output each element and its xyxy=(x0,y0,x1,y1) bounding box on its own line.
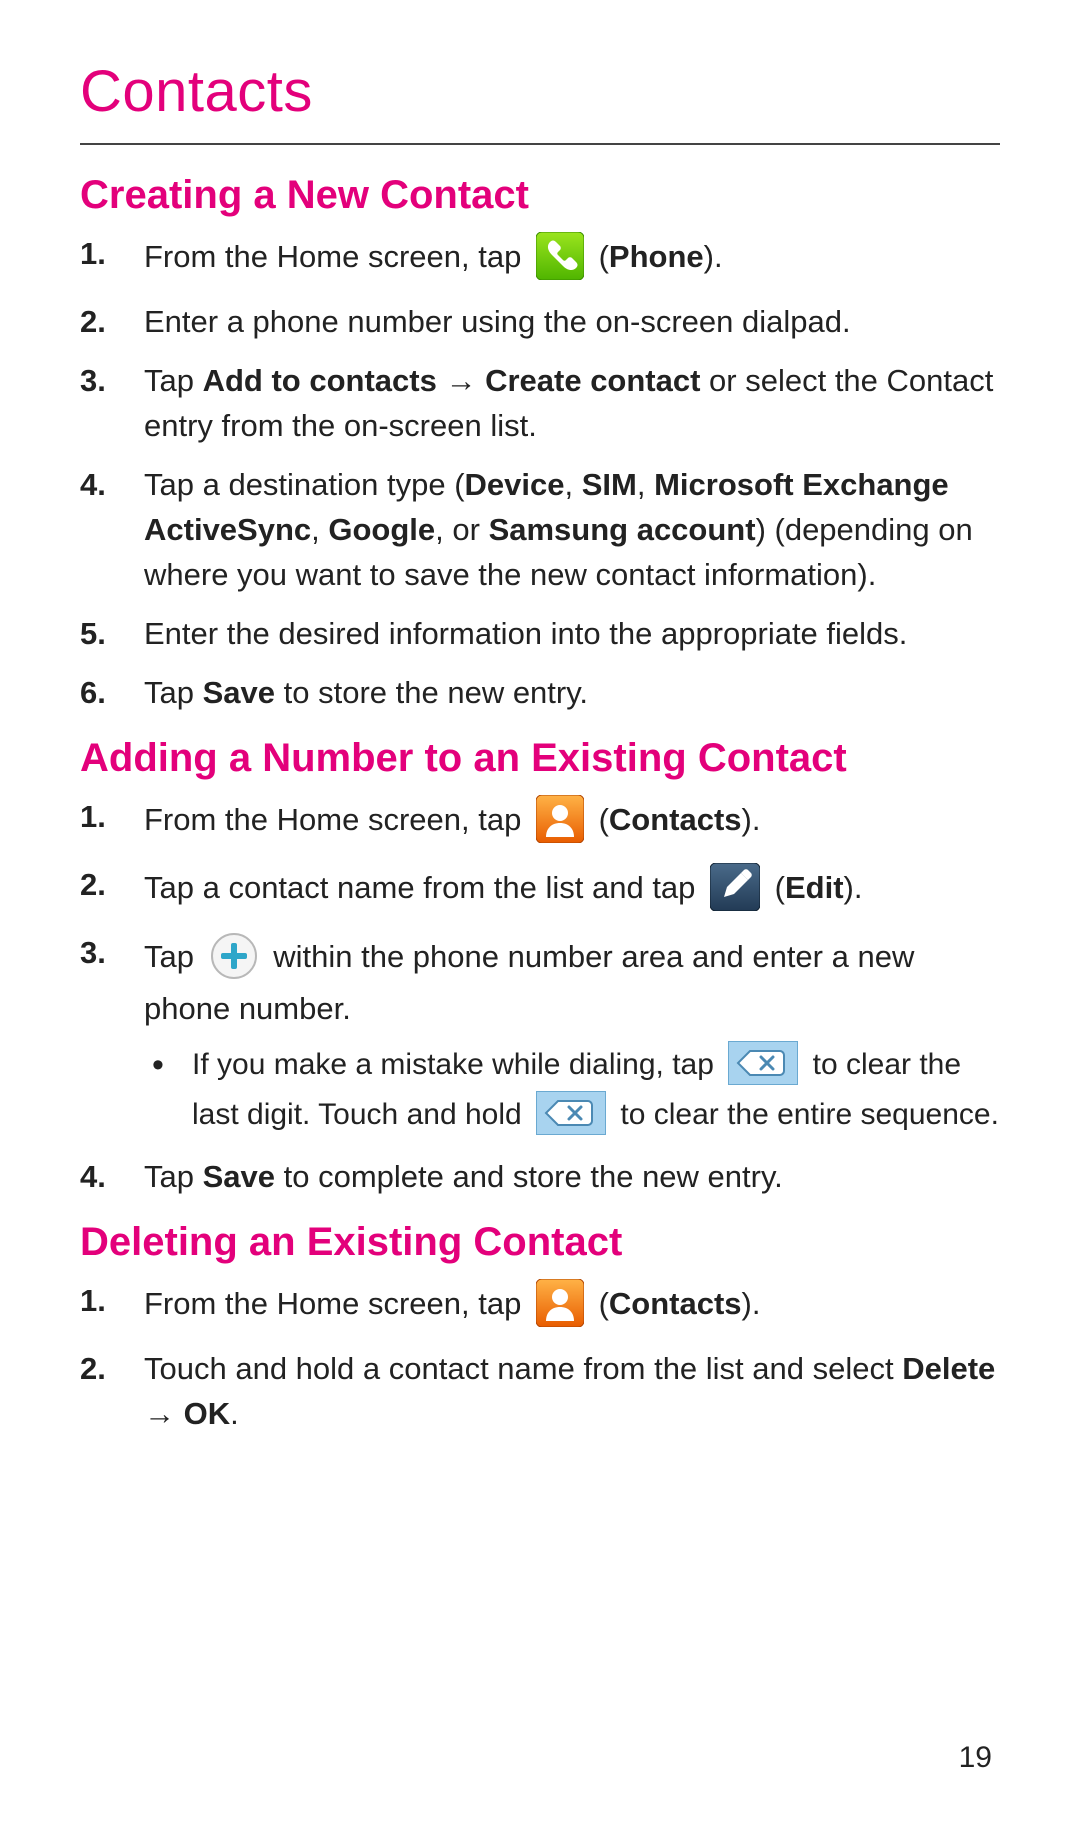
backspace-icon xyxy=(728,1041,798,1085)
bold-text: Google xyxy=(328,512,435,547)
step: Tap Save to complete and store the new e… xyxy=(80,1155,1000,1200)
bullet-text: to clear the entire sequence. xyxy=(620,1098,999,1131)
step-text: . xyxy=(230,1396,239,1431)
step: Tap within the phone number area and ent… xyxy=(80,931,1000,1142)
step-text: Touch and hold a contact name from the l… xyxy=(144,1351,902,1386)
step-text: , xyxy=(637,467,654,502)
phone-icon xyxy=(536,232,584,280)
step-text: within the phone number area and enter a… xyxy=(144,939,914,1026)
bold-text: Save xyxy=(203,1159,275,1194)
icon-label: Edit xyxy=(785,870,844,905)
step-text: Tap xyxy=(144,939,203,974)
bullet-text: If you make a mistake while dialing, tap xyxy=(192,1048,722,1081)
icon-label: Phone xyxy=(609,239,704,274)
bold-text: Create contact xyxy=(485,363,700,398)
step-text: Tap xyxy=(144,1159,203,1194)
step-text: ( xyxy=(599,1287,609,1322)
bold-text: Device xyxy=(465,467,565,502)
step-text: Tap a destination type ( xyxy=(144,467,465,502)
step-text: From the Home screen, tap xyxy=(144,802,530,837)
step-text: , xyxy=(565,467,582,502)
step-text: to complete and store the new entry. xyxy=(275,1159,783,1194)
step: From the Home screen, tap (Contacts). xyxy=(80,1279,1000,1333)
step-text: ). xyxy=(704,239,723,274)
step-text: Tap xyxy=(144,363,203,398)
page-title: Contacts xyxy=(80,58,1000,125)
steps-creating: From the Home screen, tap (Phone). Enter… xyxy=(80,232,1000,716)
bullet: If you make a mistake while dialing, tap… xyxy=(144,1041,1000,1141)
step-text: ( xyxy=(599,239,609,274)
arrow-icon: → xyxy=(437,363,485,398)
step-text: , xyxy=(311,512,328,547)
step: Tap Save to store the new entry. xyxy=(80,671,1000,716)
step: Touch and hold a contact name from the l… xyxy=(80,1347,1000,1437)
step: Enter a phone number using the on-screen… xyxy=(80,300,1000,345)
bold-text: Samsung account xyxy=(489,512,756,547)
section-heading-adding: Adding a Number to an Existing Contact xyxy=(80,736,1000,781)
backspace-icon xyxy=(536,1091,606,1135)
step-text: Enter a phone number using the on-screen… xyxy=(144,304,851,339)
contacts-icon xyxy=(536,795,584,843)
arrow-icon: → xyxy=(144,1396,184,1431)
page-number: 19 xyxy=(959,1741,992,1775)
section-heading-creating: Creating a New Contact xyxy=(80,173,1000,218)
bold-text: Add to contacts xyxy=(203,363,437,398)
step-text: ( xyxy=(599,802,609,837)
step: Enter the desired information into the a… xyxy=(80,612,1000,657)
step-text: Tap a contact name from the list and tap xyxy=(144,870,704,905)
step-text: , or xyxy=(435,512,488,547)
bold-text: SIM xyxy=(582,467,637,502)
step-text: From the Home screen, tap xyxy=(144,1287,530,1322)
step-text: Enter the desired information into the a… xyxy=(144,616,907,651)
step-text: Tap xyxy=(144,675,203,710)
step: Tap a destination type (Device, SIM, Mic… xyxy=(80,463,1000,598)
section-heading-deleting: Deleting an Existing Contact xyxy=(80,1220,1000,1265)
step-text: to store the new entry. xyxy=(275,675,588,710)
bold-text: Save xyxy=(203,675,275,710)
plus-icon xyxy=(209,931,259,981)
step-text: From the Home screen, tap xyxy=(144,239,530,274)
step: From the Home screen, tap (Phone). xyxy=(80,232,1000,286)
step: From the Home screen, tap (Contacts). xyxy=(80,795,1000,849)
steps-deleting: From the Home screen, tap (Contacts). To… xyxy=(80,1279,1000,1437)
edit-icon xyxy=(710,863,760,911)
bold-text: OK xyxy=(184,1396,231,1431)
step: Tap Add to contacts → Create contact or … xyxy=(80,359,1000,449)
step-text: ( xyxy=(775,870,785,905)
manual-page: Contacts Creating a New Contact From the… xyxy=(0,0,1080,1835)
sub-bullets: If you make a mistake while dialing, tap… xyxy=(144,1041,1000,1141)
icon-label: Contacts xyxy=(609,802,742,837)
contacts-icon xyxy=(536,1279,584,1327)
steps-adding: From the Home screen, tap (Contacts). Ta… xyxy=(80,795,1000,1201)
bold-text: Delete xyxy=(902,1351,995,1386)
step-text: ). xyxy=(742,802,761,837)
step-text: ). xyxy=(742,1287,761,1322)
step-text: ). xyxy=(844,870,863,905)
title-divider xyxy=(80,143,1000,145)
step: Tap a contact name from the list and tap… xyxy=(80,863,1000,917)
icon-label: Contacts xyxy=(609,1287,742,1322)
